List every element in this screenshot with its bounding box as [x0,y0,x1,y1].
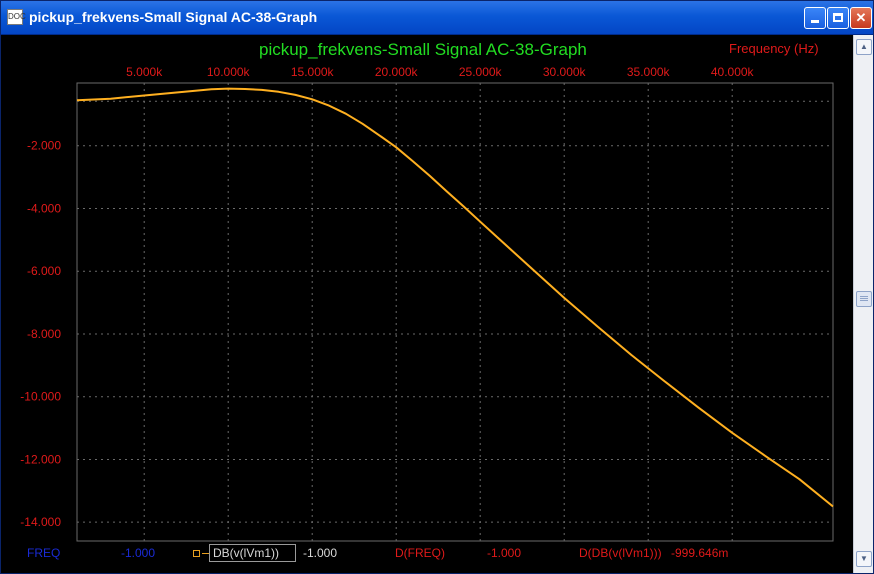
scroll-up-button[interactable]: ▲ [856,39,872,55]
ac-response-plot[interactable]: 5.000k 10.000k 15.000k 20.000k 25.000k 30.000… [1,35,853,543]
legend-delta-y-value: -999.646m [671,546,729,560]
x-tick-label: 5.000k [126,65,163,79]
legend-trace-name[interactable]: DB(v(lVm1)) [209,544,296,562]
x-tick-label: 20.000k [375,65,419,79]
maximize-icon [833,13,843,22]
analysis-window-icon[interactable]: DOC [7,9,26,25]
y-tick-label: -2.000 [27,139,61,153]
x-tick-label: 30.000k [543,65,587,79]
x-tick-label: 40.000k [711,65,755,79]
maximize-button[interactable] [827,7,849,29]
close-button[interactable]: ✕ [850,7,872,29]
legend-delta-y-variable: D(DB(v(lVm1))) [579,546,662,560]
legend-delta-x-value: -1.000 [487,546,522,560]
y-tick-label: -8.000 [27,327,61,341]
legend-trace-entry[interactable]: DB(v(lVm1)) [193,544,296,562]
plot-frame [76,82,834,542]
y-tick-label: -4.000 [27,201,61,215]
y-tick-label: -12.000 [20,452,61,466]
series-line-db-vlvm1 [76,87,834,508]
vertical-scrollbar[interactable]: ▲ ▼ [853,35,873,573]
y-tick-label: -10.000 [20,390,61,404]
minimize-button[interactable] [804,7,826,29]
scroll-thumb[interactable] [856,291,872,307]
legend-trace-value: -1.000 [303,546,338,560]
trace-line-icon [202,552,209,554]
triangle-up-icon: ▲ [860,42,868,51]
legend-delta-x-variable: D(FREQ) [395,546,445,560]
scroll-down-button[interactable]: ▼ [856,551,872,567]
x-tick-label: 35.000k [627,65,671,79]
minimize-icon [811,20,819,23]
legend-x-variable: FREQ [27,546,61,560]
x-tick-label: 15.000k [291,65,335,79]
triangle-down-icon: ▼ [860,554,868,563]
legend-x-value: -1.000 [121,546,156,560]
grip-icon [860,296,868,297]
y-tick-label: -14.000 [20,515,61,529]
y-tick-label: -6.000 [27,264,61,278]
window-title: pickup_frekvens-Small Signal AC-38-Graph [29,9,318,25]
close-icon: ✕ [855,10,867,25]
graph-window: DOC pickup_frekvens-Small Signal AC-38-G… [0,0,874,574]
x-tick-label: 10.000k [207,65,251,79]
x-tick-label: 25.000k [459,65,503,79]
trace-marker-icon [193,549,200,557]
title-bar[interactable]: DOC pickup_frekvens-Small Signal AC-38-G… [1,1,873,35]
